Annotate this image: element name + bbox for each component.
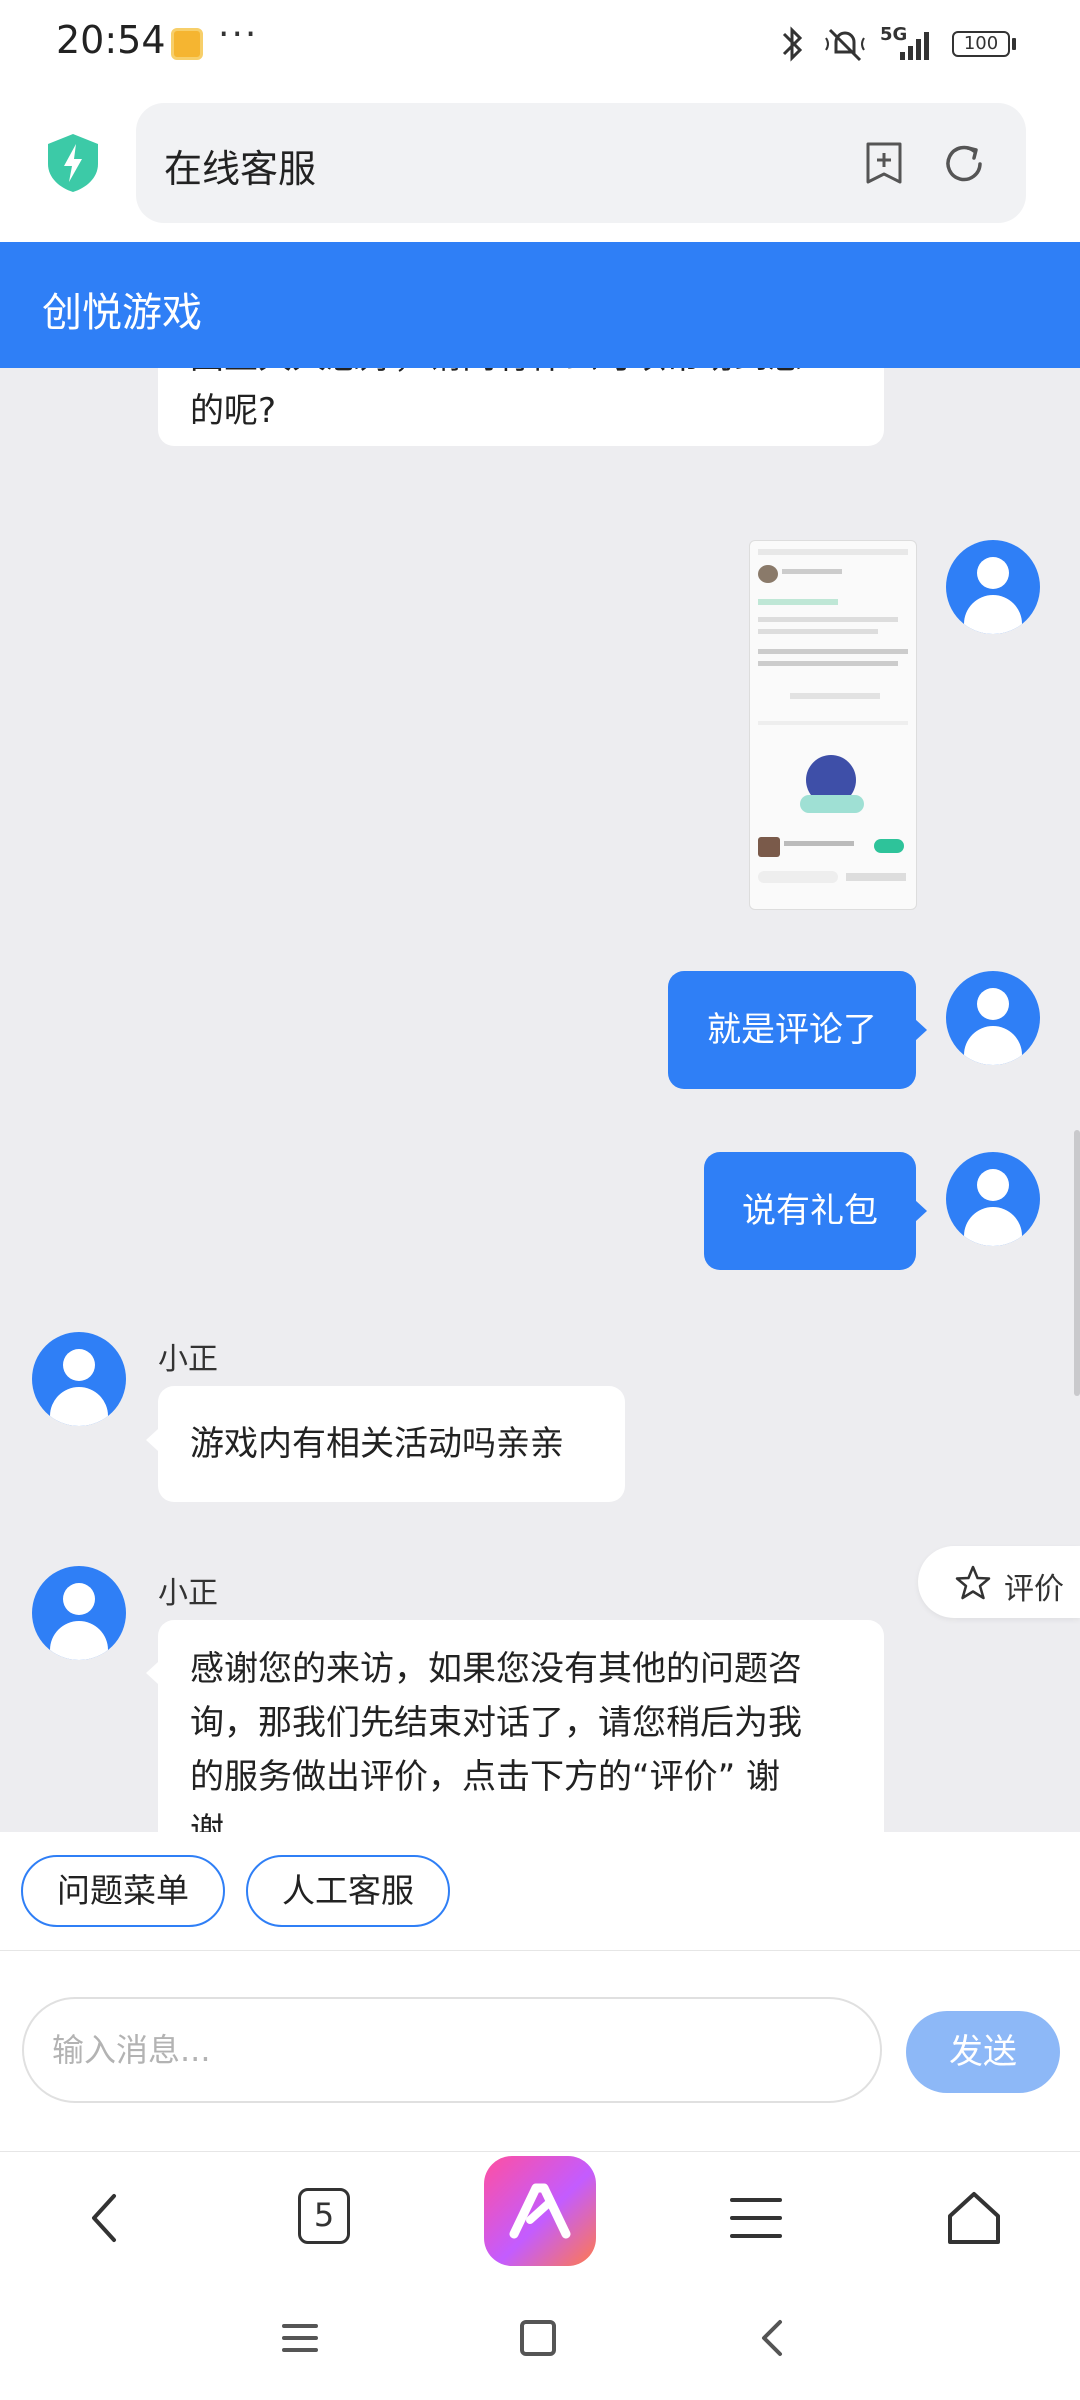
back-icon[interactable] bbox=[74, 2186, 138, 2250]
battery-icon: 100 bbox=[952, 31, 1010, 57]
sender-name: 小正 bbox=[158, 1342, 218, 1377]
agent-avatar bbox=[32, 1566, 126, 1660]
star-icon[interactable] bbox=[954, 1564, 992, 1602]
add-bookmark-icon[interactable] bbox=[862, 140, 906, 186]
question-menu-button[interactable]: 问题菜单 bbox=[21, 1855, 225, 1927]
tab-count: 5 bbox=[313, 2196, 335, 2234]
mute-vibrate-icon bbox=[825, 28, 865, 62]
more-notifications-icon: ··· bbox=[218, 14, 259, 55]
sender-name: 小正 bbox=[158, 1576, 218, 1611]
agent-message-bubble: 游戏内有相关活动吗亲亲 bbox=[158, 1386, 625, 1502]
address-bar-title[interactable]: 在线客服 bbox=[164, 138, 316, 193]
user-avatar bbox=[946, 971, 1040, 1065]
rate-label[interactable]: 评价 bbox=[1004, 1564, 1064, 1608]
chat-area[interactable]: 国王大人您好，请问有什么可以帮助到您 的呢? 就是评论了 说有礼包 小正 bbox=[0, 368, 1080, 1832]
bubble-tail bbox=[915, 1200, 927, 1222]
agent-message-bubble: 国王大人您好，请问有什么可以帮助到您 的呢? bbox=[158, 368, 884, 446]
agent-message-bubble: 感谢您的来访，如果您没有其他的问题咨 询，那我们先结束对话了，请您稍后为我 的服… bbox=[158, 1620, 884, 1832]
battery-tip bbox=[1012, 38, 1016, 50]
system-back-icon[interactable] bbox=[750, 2314, 798, 2362]
message-text: 游戏内有相关活动吗亲亲 bbox=[190, 1424, 564, 1464]
message-text-line: 的服务做出评价，点击下方的“评价” 谢 bbox=[190, 1757, 781, 1797]
agent-avatar bbox=[32, 1332, 126, 1426]
message-text-line: 谢 bbox=[190, 1811, 224, 1832]
message-text-line: 国王大人您好，请问有什么可以帮助到您 bbox=[190, 368, 852, 384]
send-button[interactable]: 发送 bbox=[906, 2011, 1060, 2093]
bubble-tail bbox=[146, 1662, 158, 1684]
message-text-line: 询，那我们先结束对话了，请您稍后为我 bbox=[190, 1703, 802, 1743]
battery-level: 100 bbox=[963, 33, 999, 54]
signal-strength-icon bbox=[900, 32, 929, 60]
reload-icon[interactable] bbox=[940, 140, 988, 188]
message-text-line: 的呢? bbox=[190, 391, 277, 431]
user-message-bubble: 就是评论了 bbox=[668, 971, 916, 1089]
system-recents-icon[interactable] bbox=[276, 2314, 324, 2362]
home-icon[interactable] bbox=[942, 2186, 1006, 2250]
status-time: 20:54 bbox=[56, 18, 166, 62]
security-shield-icon[interactable] bbox=[44, 132, 102, 194]
bubble-tail bbox=[915, 1019, 927, 1041]
ai-assistant-button[interactable] bbox=[484, 2156, 596, 2266]
chat-scrollbar[interactable] bbox=[1074, 1130, 1080, 1396]
screenshot-thumbnail[interactable] bbox=[749, 540, 917, 910]
ai-assistant-icon bbox=[509, 2183, 571, 2239]
page-title: 创悦游戏 bbox=[42, 290, 202, 336]
bluetooth-icon bbox=[782, 26, 803, 62]
user-avatar bbox=[946, 540, 1040, 634]
system-home-icon[interactable] bbox=[514, 2314, 562, 2362]
user-avatar bbox=[946, 1152, 1040, 1246]
user-message-bubble: 说有礼包 bbox=[704, 1152, 916, 1270]
message-text: 就是评论了 bbox=[707, 1010, 877, 1050]
human-agent-button[interactable]: 人工客服 bbox=[246, 1855, 450, 1927]
notification-app-icon bbox=[171, 28, 203, 60]
message-text: 说有礼包 bbox=[742, 1191, 878, 1231]
message-input[interactable] bbox=[22, 1997, 882, 2103]
bubble-tail bbox=[146, 1429, 158, 1451]
tabs-icon[interactable]: 5 bbox=[298, 2188, 350, 2244]
message-text-line: 感谢您的来访，如果您没有其他的问题咨 bbox=[190, 1649, 802, 1689]
menu-icon[interactable] bbox=[724, 2186, 788, 2250]
